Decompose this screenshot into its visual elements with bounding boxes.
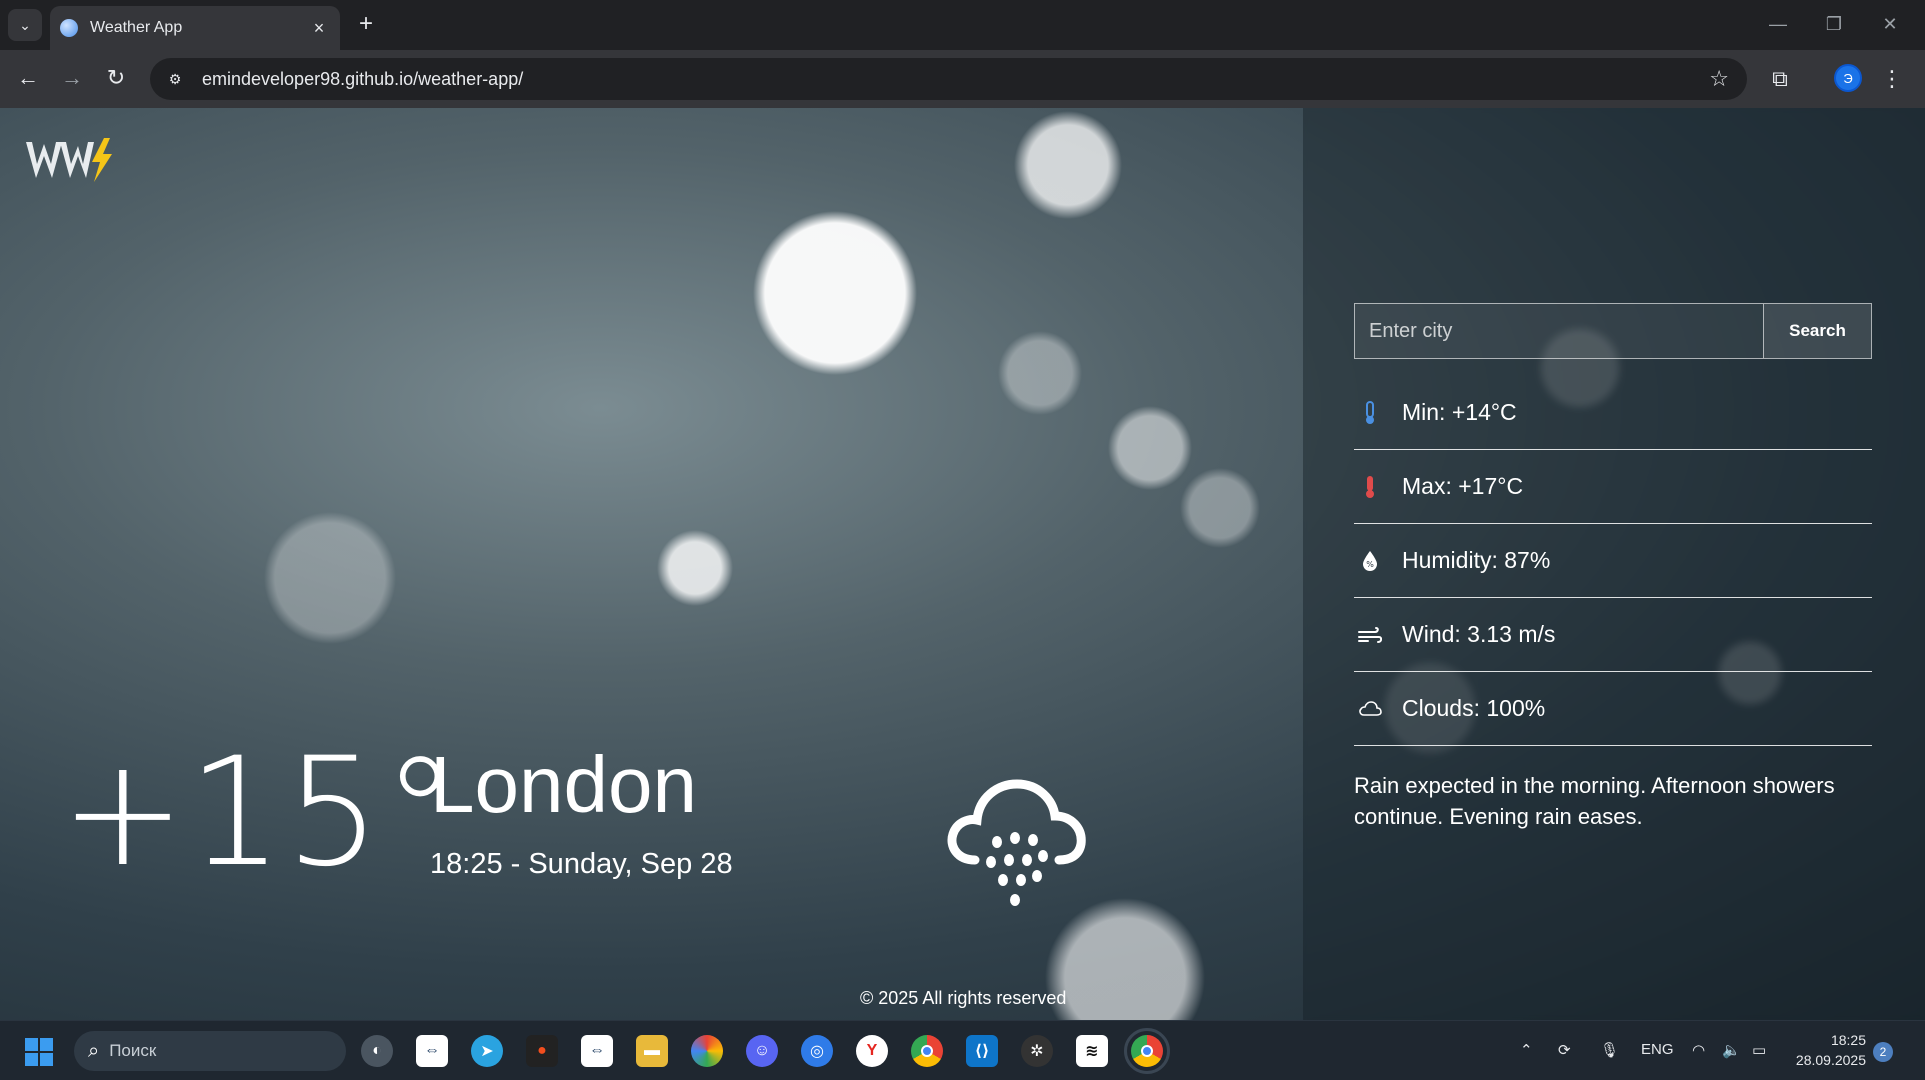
- back-arrow-icon[interactable]: ←: [12, 62, 44, 94]
- microphone-icon[interactable]: 🎙: [1600, 1041, 1619, 1059]
- file-explorer-icon[interactable]: ▬: [636, 1035, 668, 1067]
- tab-search-button[interactable]: ⌄: [8, 9, 42, 41]
- stat-max-label: Max: +17°C: [1402, 473, 1524, 499]
- humidity-icon: %: [1358, 549, 1382, 573]
- teamviewer-2-icon[interactable]: ⇔: [581, 1035, 613, 1067]
- restore-icon[interactable]: ❐: [1814, 8, 1854, 40]
- capcut-icon[interactable]: ≋: [1076, 1035, 1108, 1067]
- cloud-icon: [1358, 697, 1382, 721]
- minimize-icon[interactable]: —: [1758, 8, 1798, 40]
- clock-date: 28.09.2025: [1795, 1052, 1866, 1068]
- stat-clouds: Clouds: 100%: [1354, 672, 1872, 746]
- reload-icon[interactable]: ↻: [100, 62, 132, 94]
- color-app-icon[interactable]: [691, 1035, 723, 1067]
- battery-icon[interactable]: ▭: [1752, 1041, 1766, 1059]
- weather-app-page: +15° London 18:25 - Sunday, Sep 28 © 202…: [0, 108, 1925, 1020]
- vscode-icon[interactable]: ⟨⟩: [966, 1035, 998, 1067]
- show-hidden-icons-icon[interactable]: ⌃: [1520, 1041, 1533, 1059]
- city-search-form: Search: [1354, 303, 1872, 359]
- browser-tabstrip: ⌄ Weather App × + — ❐ ✕: [0, 0, 1925, 50]
- search-icon: ⌕: [88, 1039, 100, 1062]
- chrome-active-icon[interactable]: [1124, 1028, 1170, 1074]
- city-search-input[interactable]: [1355, 304, 1763, 358]
- url-text: emindeveloper98.github.io/weather-app/: [202, 68, 524, 89]
- language-indicator[interactable]: ENG: [1641, 1041, 1674, 1058]
- chrome-icon[interactable]: [911, 1035, 943, 1067]
- telegram-icon[interactable]: ➤: [471, 1035, 503, 1067]
- extensions-icon[interactable]: ⧉: [1764, 63, 1796, 95]
- footer-copyright: © 2025 All rights reserved: [860, 988, 1067, 1008]
- wind-icon: [1358, 623, 1382, 647]
- windows-start-icon[interactable]: [24, 1037, 54, 1067]
- chatgpt-icon[interactable]: ✲: [1021, 1035, 1053, 1067]
- close-tab-icon[interactable]: ×: [308, 17, 330, 39]
- figma-icon[interactable]: ●: [526, 1035, 558, 1067]
- taskbar-clock[interactable]: 18:25 28.09.2025: [1786, 1030, 1866, 1070]
- stat-min-temp: Min: +14°C: [1354, 376, 1872, 450]
- yandex-browser-icon[interactable]: Y: [856, 1035, 888, 1067]
- site-info-icon[interactable]: ⚙: [162, 66, 188, 92]
- app-logo-icon: [26, 138, 112, 182]
- address-bar[interactable]: ⚙ emindeveloper98.github.io/weather-app/…: [150, 58, 1747, 100]
- stat-wind: Wind: 3.13 m/s: [1354, 598, 1872, 672]
- new-tab-button[interactable]: +: [352, 10, 380, 38]
- svg-text:%: %: [1366, 560, 1374, 569]
- search-button[interactable]: Search: [1763, 304, 1871, 358]
- forecast-description: Rain expected in the morning. Afternoon …: [1354, 773, 1835, 829]
- taskbar-search-placeholder: Поиск: [109, 1041, 157, 1060]
- thermometer-hot-icon: [1358, 475, 1382, 499]
- clock-time: 18:25: [1830, 1032, 1866, 1048]
- volume-icon[interactable]: 🔈: [1722, 1041, 1741, 1059]
- copilot-icon[interactable]: ◐: [361, 1035, 393, 1067]
- bookmark-star-icon[interactable]: ☆: [1709, 66, 1729, 92]
- forward-arrow-icon[interactable]: →: [56, 62, 88, 94]
- thermometer-cold-icon: [1358, 400, 1382, 425]
- stat-humidity-label: Humidity: 87%: [1402, 547, 1551, 573]
- windows-taskbar: ⌕ Поиск ◐ ⇔ ➤ ● ⇔ ▬ ☺ ◎ Y ⟨⟩ ✲ ≋ ⌃ ⟳ 🎙 E…: [0, 1020, 1925, 1080]
- wifi-icon[interactable]: ◠: [1692, 1041, 1705, 1059]
- stat-min-label: Min: +14°C: [1402, 399, 1517, 425]
- discord-icon[interactable]: ☺: [746, 1035, 778, 1067]
- teamviewer-icon[interactable]: ⇔: [416, 1035, 448, 1067]
- stat-wind-label: Wind: 3.13 m/s: [1402, 621, 1556, 647]
- stat-max-temp: Max: +17°C: [1354, 450, 1872, 524]
- current-temperature: +15°: [60, 726, 460, 900]
- browser-circle-icon[interactable]: ◎: [801, 1035, 833, 1067]
- rain-cloud-icon: [947, 779, 1086, 906]
- weather-favicon-icon: [60, 19, 78, 37]
- sync-icon[interactable]: ⟳: [1558, 1041, 1571, 1059]
- city-name: London: [430, 740, 697, 829]
- tab-title: Weather App: [90, 19, 183, 36]
- browser-menu-icon[interactable]: ⋮: [1876, 63, 1908, 95]
- taskbar-search[interactable]: ⌕ Поиск: [74, 1031, 346, 1071]
- notification-badge[interactable]: 2: [1873, 1042, 1893, 1062]
- browser-tab[interactable]: Weather App ×: [50, 6, 340, 50]
- stat-clouds-label: Clouds: 100%: [1402, 695, 1546, 721]
- stat-humidity: % Humidity: 87%: [1354, 524, 1872, 598]
- local-datetime: 18:25 - Sunday, Sep 28: [430, 848, 733, 880]
- browser-toolbar: ← → ↻ ⚙ emindeveloper98.github.io/weathe…: [0, 50, 1925, 108]
- close-window-icon[interactable]: ✕: [1870, 8, 1910, 40]
- profile-avatar[interactable]: Э: [1834, 64, 1862, 92]
